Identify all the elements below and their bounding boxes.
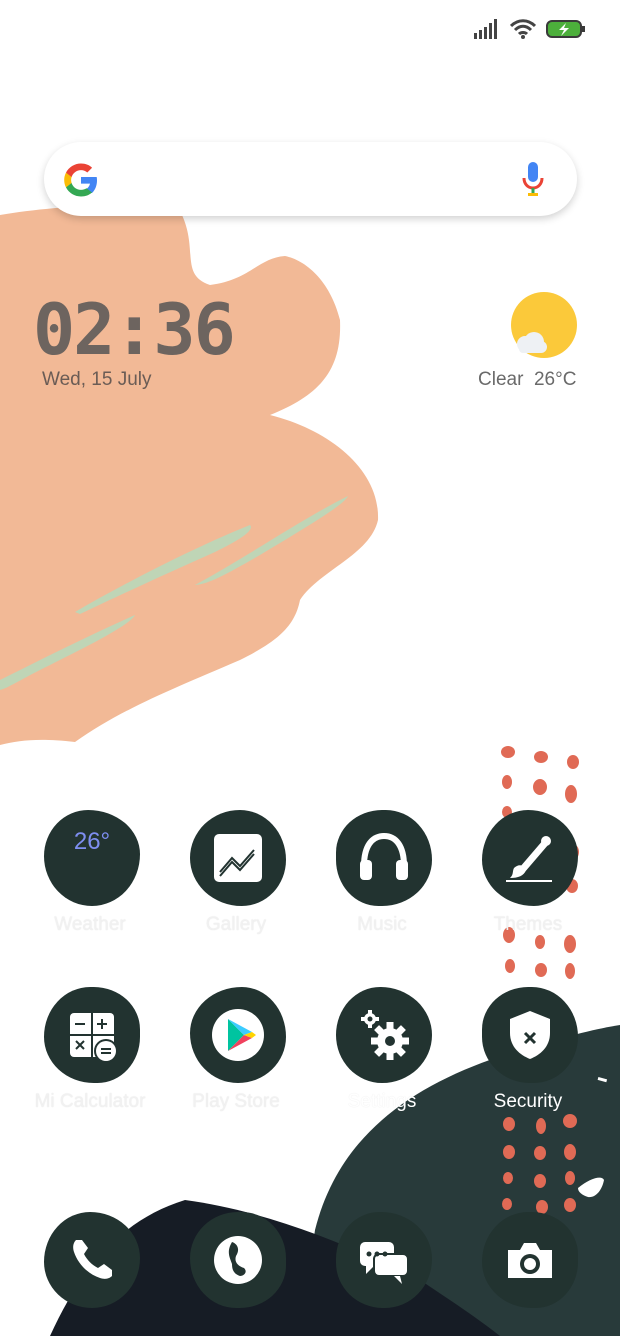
status-bar <box>474 14 586 44</box>
dock-camera[interactable] <box>468 1212 588 1312</box>
app-mi-calculator[interactable]: Mi Calculator <box>30 987 150 1127</box>
dock-messages[interactable] <box>322 1212 442 1312</box>
app-label: Weather <box>54 914 126 935</box>
app-music[interactable]: Music <box>322 810 442 950</box>
sun-cloud-icon[interactable] <box>505 290 579 364</box>
app-label: Music <box>357 914 407 935</box>
app-gallery[interactable]: Gallery <box>176 810 296 950</box>
peach-brush-shape <box>0 205 379 745</box>
weather-condition: Clear <box>478 369 524 390</box>
battery-charging-icon <box>546 20 585 38</box>
clock-widget[interactable]: 02:36 <box>33 290 243 370</box>
app-play-store[interactable]: Play Store <box>176 987 296 1127</box>
mic-icon[interactable] <box>518 160 548 200</box>
camera-icon <box>508 1243 552 1278</box>
app-settings[interactable]: Settings <box>322 987 442 1127</box>
google-g-icon[interactable] <box>62 161 100 199</box>
google-search-bar[interactable] <box>44 142 577 216</box>
clock-date: Wed, 15 July <box>42 369 152 390</box>
icon-background <box>44 810 140 906</box>
messages-icon <box>360 1242 409 1284</box>
weather-app-temp: 26° <box>73 828 111 855</box>
app-label: Gallery <box>205 914 267 935</box>
phone-icon <box>73 1240 112 1279</box>
app-label: Themes <box>493 914 563 935</box>
wifi-icon <box>510 19 536 39</box>
weather-temperature: 26°C <box>533 369 577 390</box>
app-themes[interactable]: Themes <box>468 810 588 950</box>
gallery-icon <box>214 834 262 882</box>
signal-bars-icon <box>474 19 497 39</box>
app-label: Play Store <box>192 1091 280 1112</box>
shield-icon <box>510 1011 550 1059</box>
app-security[interactable]: Security <box>468 987 588 1127</box>
browser-icon <box>214 1236 262 1284</box>
headphones-icon <box>360 832 408 880</box>
app-label: Mi Calculator <box>34 1091 146 1112</box>
dock-phone[interactable] <box>30 1212 150 1312</box>
app-label: Security <box>493 1091 563 1112</box>
dock-browser[interactable] <box>176 1212 296 1312</box>
play-store-icon <box>212 1009 264 1061</box>
weather-readout[interactable]: Clear 26°C <box>478 369 576 391</box>
app-weather[interactable]: 26° Weather <box>30 810 150 950</box>
paintbrush-icon <box>506 836 552 882</box>
gear-icon <box>361 1010 409 1060</box>
clock-time: 02:36 <box>33 289 236 371</box>
calculator-icon <box>70 1013 118 1063</box>
app-label: Settings <box>347 1091 417 1112</box>
